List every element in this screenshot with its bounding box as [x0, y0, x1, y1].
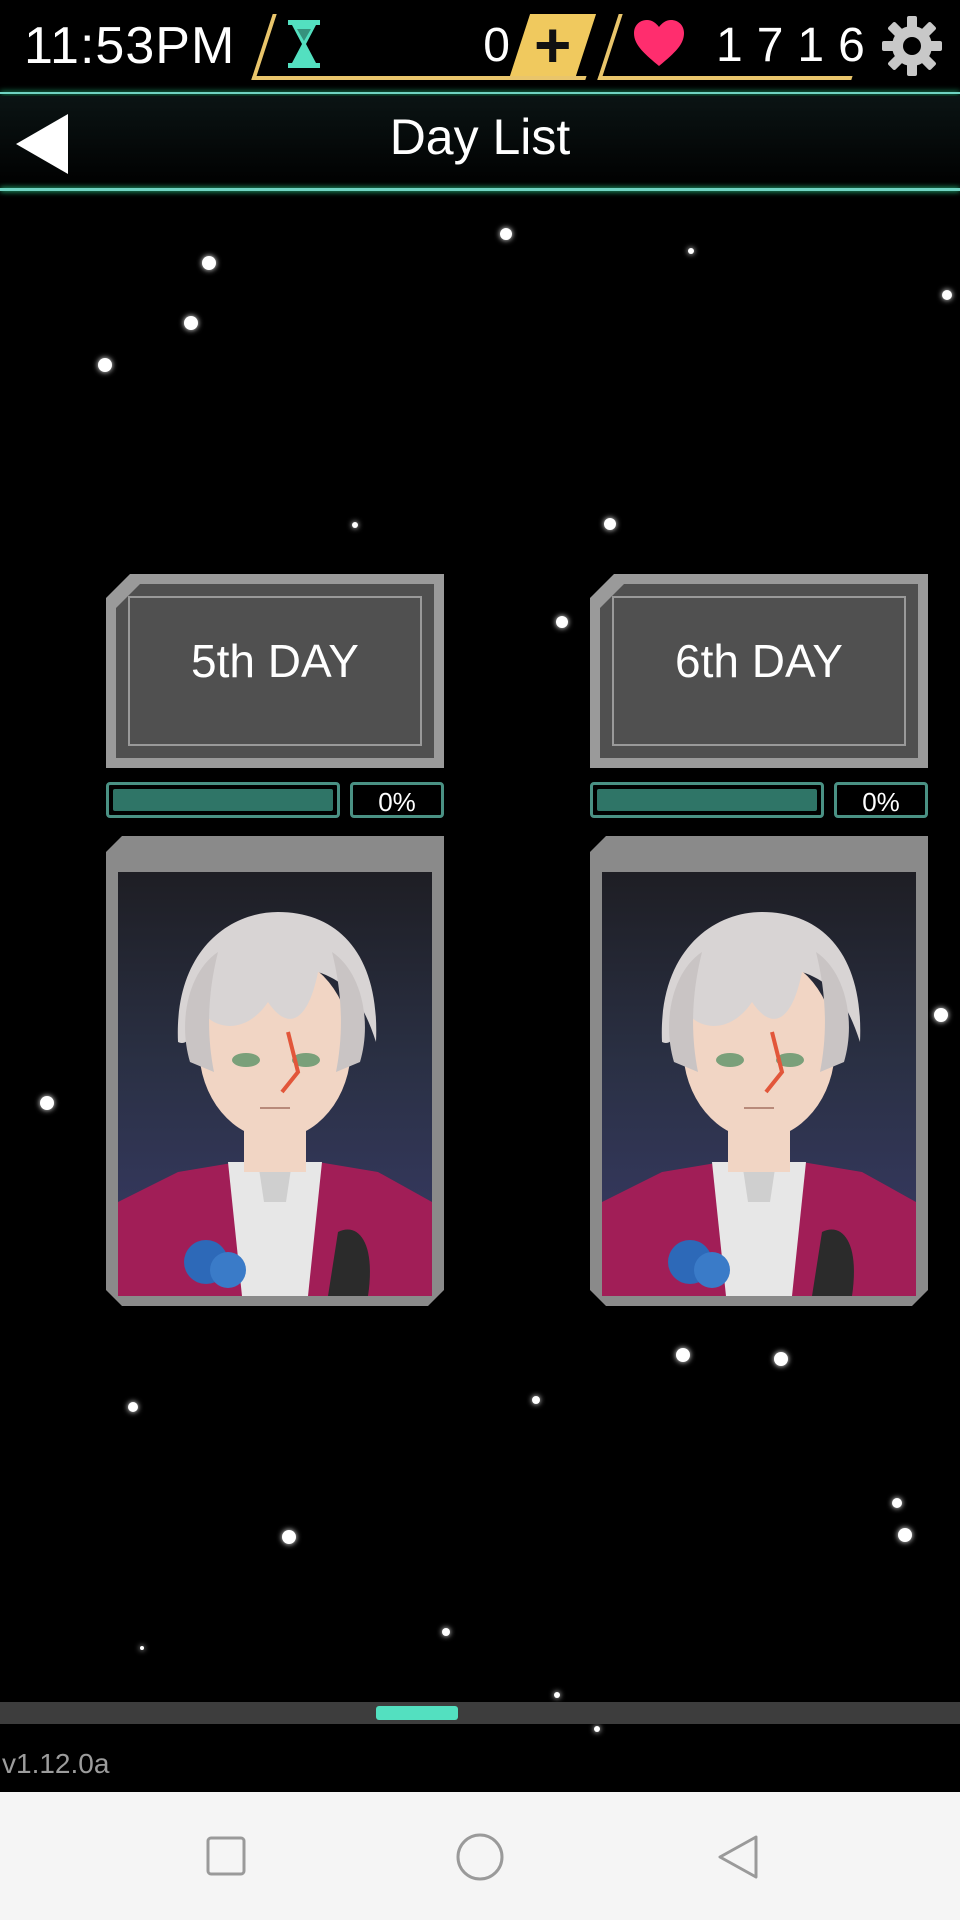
- star: [202, 256, 216, 270]
- progress-bar: [590, 782, 824, 818]
- star: [352, 522, 358, 528]
- progress-fill: [597, 789, 817, 811]
- day-label-frame: 6th DAY: [590, 574, 928, 768]
- star: [554, 1692, 560, 1698]
- star: [676, 1348, 690, 1362]
- progress-bar: [106, 782, 340, 818]
- recents-icon[interactable]: [206, 1836, 246, 1876]
- star: [128, 1402, 138, 1412]
- top-bar-divider: [0, 92, 960, 94]
- day-label-frame: 5th DAY: [106, 574, 444, 768]
- plus-icon: +: [534, 9, 572, 81]
- star: [892, 1498, 902, 1508]
- star: [500, 228, 512, 240]
- star: [532, 1396, 540, 1404]
- star: [688, 248, 694, 254]
- version-label: v1.12.0a: [2, 1748, 110, 1779]
- character-portrait[interactable]: [106, 836, 444, 1306]
- progress-percent: 0%: [862, 787, 900, 817]
- star: [942, 290, 952, 300]
- star: [282, 1530, 296, 1544]
- star: [604, 518, 616, 530]
- character-illustration: [602, 872, 916, 1296]
- star: [442, 1628, 450, 1636]
- star: [184, 316, 198, 330]
- scrollbar-thumb[interactable]: [376, 1706, 458, 1720]
- home-icon[interactable]: [455, 1832, 505, 1882]
- star: [898, 1528, 912, 1542]
- progress-percent-box: 0%: [350, 782, 444, 818]
- star: [40, 1096, 54, 1110]
- character-portrait[interactable]: [590, 836, 928, 1306]
- star: [556, 616, 568, 628]
- progress-fill: [113, 789, 333, 811]
- character-illustration: [118, 872, 432, 1296]
- gear-icon[interactable]: [880, 14, 944, 78]
- clock: 11:53PM: [24, 17, 236, 75]
- hourglass-count: 0: [483, 19, 510, 72]
- star: [98, 358, 112, 372]
- progress-percent-box: 0%: [834, 782, 928, 818]
- star: [594, 1726, 600, 1732]
- back-nav-icon[interactable]: [716, 1834, 760, 1880]
- heart-count: 1716: [716, 19, 879, 72]
- star: [774, 1352, 788, 1366]
- star: [140, 1646, 144, 1650]
- horizontal-scrollbar[interactable]: [0, 1702, 960, 1724]
- header-divider: [0, 188, 960, 191]
- hourglass-icon: [288, 20, 320, 68]
- heart-icon: [634, 20, 684, 66]
- page-title: Day List: [389, 109, 571, 165]
- progress-percent: 0%: [378, 787, 416, 817]
- star: [934, 1008, 948, 1022]
- system-nav-bar: [0, 1792, 960, 1920]
- day-label: 5th DAY: [191, 635, 359, 687]
- day-label: 6th DAY: [675, 635, 843, 687]
